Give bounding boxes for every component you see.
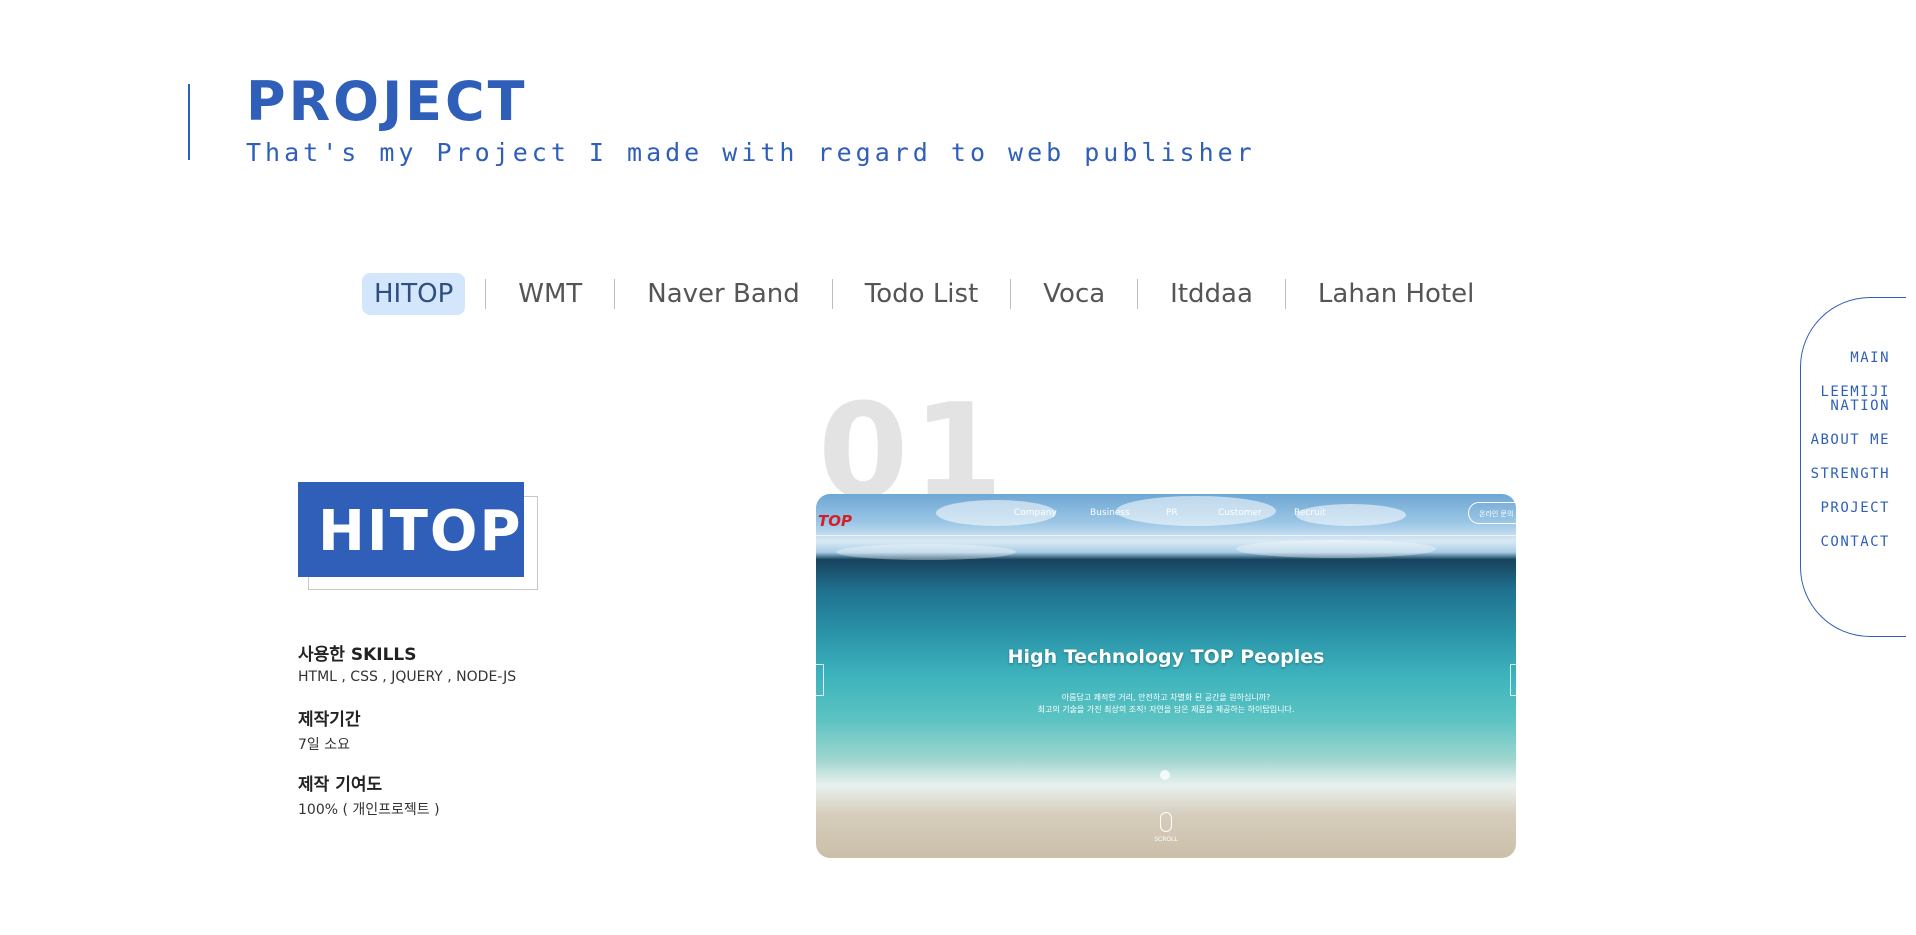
preview-nav-item: Customer — [1218, 508, 1262, 518]
info-value: 100% ( 개인프로젝트 ) — [298, 802, 440, 818]
mouse-scroll-icon — [1160, 812, 1172, 832]
preview-logo: TOP — [818, 512, 852, 530]
info-label: 사용한 SKILLS — [298, 645, 417, 665]
info-value: HTML , CSS , JQUERY , NODE-JS — [298, 669, 517, 685]
tab-divider — [485, 279, 487, 309]
cloud-shape — [1236, 540, 1436, 558]
tab-divider — [1010, 279, 1012, 309]
tab-naver-band[interactable]: Naver Band — [635, 273, 811, 315]
preview-description: 최고의 기술을 가진 최상의 조직! 자연을 담은 제품을 제공하는 하이탑입니… — [1037, 705, 1295, 714]
tab-hitop[interactable]: HITOP — [362, 273, 466, 315]
side-nav-about-me[interactable]: ABOUT ME — [1811, 433, 1890, 447]
slider-dot-icon — [1160, 770, 1170, 780]
side-navigation: MAIN LEEMIJI NATION ABOUT ME STRENGTH PR… — [1800, 297, 1906, 637]
tab-divider — [1284, 279, 1286, 309]
side-nav-contact[interactable]: CONTACT — [1811, 535, 1890, 549]
tab-divider — [831, 279, 833, 309]
preview-nav-item: PR — [1166, 508, 1178, 518]
preview-nav-item: Recruit — [1294, 508, 1326, 518]
tab-voca[interactable]: Voca — [1031, 273, 1117, 315]
side-nav-leemijination[interactable]: LEEMIJI NATION — [1820, 385, 1890, 413]
preview-headline: High Technology TOP Peoples — [1007, 646, 1325, 668]
preview-inquiry-button: 온라인 문의 — [1468, 502, 1516, 524]
tab-todo-list[interactable]: Todo List — [853, 273, 991, 315]
side-nav-strength[interactable]: STRENGTH — [1811, 467, 1890, 481]
info-label: 제작 기여도 — [298, 775, 383, 795]
info-duration: 제작기간 7일 소요 — [298, 705, 361, 754]
project-preview[interactable]: TOP Company Business PR Customer Recruit… — [816, 494, 1516, 858]
tab-divider — [614, 279, 616, 309]
info-skills: 사용한 SKILLS HTML , CSS , JQUERY , NODE-JS — [298, 640, 516, 685]
preview-nav-item: Company — [1014, 508, 1057, 518]
section-subtitle: That's my Project I made with regard to … — [246, 138, 1256, 167]
info-value: 7일 소요 — [298, 737, 350, 753]
side-nav-main[interactable]: MAIN — [1811, 351, 1890, 365]
tab-lahan-hotel[interactable]: Lahan Hotel — [1306, 273, 1486, 315]
section-title: PROJECT — [246, 70, 528, 133]
project-name: HITOP — [318, 499, 523, 564]
preview-description: 아름답고 쾌적한 거리, 안전하고 차별화 된 공간을 원하십니까? — [1061, 693, 1271, 702]
cloud-shape — [836, 544, 1016, 560]
tab-itddaa[interactable]: Itddaa — [1158, 273, 1265, 315]
tab-wmt[interactable]: WMT — [506, 273, 594, 315]
preview-nav-divider — [816, 535, 1516, 536]
info-label: 제작기간 — [298, 710, 361, 730]
side-nav-project[interactable]: PROJECT — [1811, 501, 1890, 515]
preview-scroll-label: SCROLL — [1154, 836, 1178, 843]
side-nav-list: MAIN LEEMIJI NATION ABOUT ME STRENGTH PR… — [1811, 351, 1890, 569]
info-contribution: 제작 기여도 100% ( 개인프로젝트 ) — [298, 770, 440, 819]
tab-divider — [1137, 279, 1139, 309]
header-accent-bar — [188, 84, 190, 160]
project-tabs: HITOP WMT Naver Band Todo List Voca Itdd… — [362, 272, 1486, 316]
preview-nav-item: Business — [1090, 508, 1130, 518]
